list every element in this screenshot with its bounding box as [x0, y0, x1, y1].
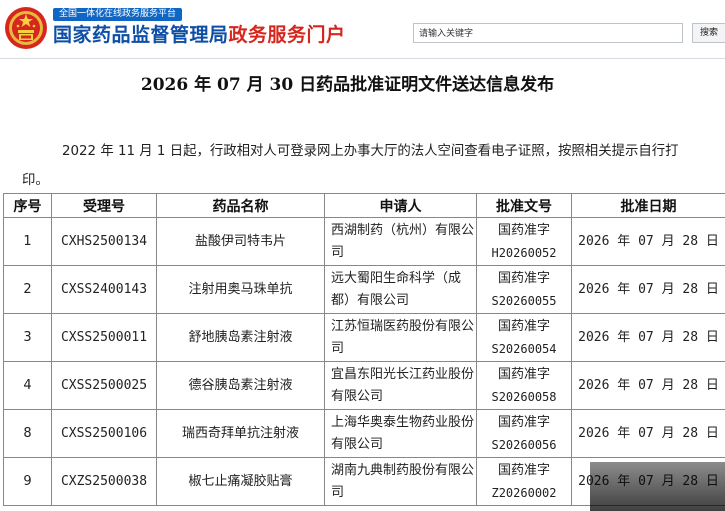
cell-approval-no: 国药准字 H20260052	[476, 217, 572, 266]
cell-accept-no: CXSS2500011	[51, 313, 157, 362]
approval-number: S20260058	[491, 389, 557, 404]
cell-accept-no: CXHS2500134	[51, 217, 157, 266]
header-approval-date: 批准日期	[571, 193, 725, 218]
cell-seq: 2	[3, 265, 52, 314]
cell-approval-no: 国药准字 Z20260002	[476, 457, 572, 506]
header-applicant: 申请人	[324, 193, 477, 218]
cell-drug-name: 舒地胰岛素注射液	[156, 313, 325, 362]
table-row: 1 CXHS2500134 盐酸伊司特韦片 西湖制药（杭州）有限公司 国药准字 H…	[3, 217, 725, 266]
cell-approval-date: 2026 年 07 月 28 日	[571, 457, 725, 506]
platform-subtitle: 全国一体化在线政务服务平台	[53, 8, 183, 21]
cell-seq: 3	[3, 313, 52, 362]
national-emblem-icon	[5, 7, 47, 49]
cell-approval-date: 2026 年 07 月 28 日	[571, 361, 725, 410]
cell-drug-name: 盐酸伊司特韦片	[156, 217, 325, 266]
approval-prefix: 国药准字	[497, 414, 550, 430]
approval-number: H20260052	[491, 245, 557, 260]
table-row: 2 CXSS2400143 注射用奥马珠单抗 远大蜀阳生命科学（成都）有限公司 …	[3, 265, 725, 314]
notice-paragraph: 2022 年 11 月 1 日起，行政相对人可登录网上办事大厅的法人空间查看电子…	[22, 144, 679, 188]
cell-approval-date: 2026 年 07 月 28 日	[571, 313, 725, 362]
site-title[interactable]: 国家药品监督管理局政务服务门户	[53, 22, 346, 48]
approval-prefix: 国药准字	[497, 462, 550, 478]
cell-drug-name: 椒七止痛凝胶贴膏	[156, 457, 325, 506]
page-title: 2026 年 07 月 30 日药品批准证明文件送达信息发布	[140, 75, 555, 95]
cell-accept-no: CXSS2400143	[51, 265, 157, 314]
cell-approval-no: 国药准字 S20260055	[476, 265, 572, 314]
cell-approval-no: 国药准字 S20260056	[476, 409, 572, 458]
header-approval-no: 批准文号	[476, 193, 572, 218]
cell-drug-name: 注射用奥马珠单抗	[156, 265, 325, 314]
cell-applicant: 江苏恒瑞医药股份有限公司	[324, 313, 477, 362]
header-drug-name: 药品名称	[156, 193, 325, 218]
cell-seq: 9	[3, 457, 52, 506]
header-accept-no: 受理号	[51, 193, 157, 218]
cell-applicant: 西湖制药（杭州）有限公司	[324, 217, 477, 266]
approval-table: 序号 受理号 药品名称 申请人 批准文号 批准日期 1 CXHS2500134 …	[3, 193, 725, 506]
approval-number: S20260054	[491, 341, 557, 356]
approval-prefix: 国药准字	[497, 318, 550, 334]
cell-applicant: 上海华奥泰生物药业股份有限公司	[324, 409, 477, 458]
cell-drug-name: 瑞西奇拜单抗注射液	[156, 409, 325, 458]
site-header: 全国一体化在线政务服务平台 国家药品监督管理局政务服务门户 搜索	[0, 0, 725, 59]
table-row: 3 CXSS2500011 舒地胰岛素注射液 江苏恒瑞医药股份有限公司 国药准字…	[3, 313, 725, 362]
site-title-main: 国家药品监督管理局	[53, 24, 229, 46]
table-row: 9 CXZS2500038 椒七止痛凝胶贴膏 湖南九典制药股份有限公司 国药准字…	[3, 457, 725, 506]
header-seq: 序号	[3, 193, 52, 218]
cell-approval-date: 2026 年 07 月 28 日	[571, 409, 725, 458]
cell-seq: 8	[3, 409, 52, 458]
approval-number: S20260055	[491, 293, 557, 308]
cell-approval-date: 2026 年 07 月 28 日	[571, 265, 725, 314]
cell-approval-no: 国药准字 S20260058	[476, 361, 572, 410]
cell-seq: 4	[3, 361, 52, 410]
cell-applicant: 湖南九典制药股份有限公司	[324, 457, 477, 506]
search-input[interactable]	[413, 23, 683, 43]
approval-number: Z20260002	[491, 485, 557, 500]
approval-prefix: 国药准字	[497, 366, 550, 382]
table-row: 8 CXSS2500106 瑞西奇拜单抗注射液 上海华奥泰生物药业股份有限公司 …	[3, 409, 725, 458]
approval-prefix: 国药准字	[497, 270, 550, 286]
cell-accept-no: CXSS2500106	[51, 409, 157, 458]
search-button[interactable]: 搜索	[692, 23, 725, 43]
cell-approval-no: 国药准字 S20260054	[476, 313, 572, 362]
table-header-row: 序号 受理号 药品名称 申请人 批准文号 批准日期	[3, 193, 725, 218]
cell-accept-no: CXSS2500025	[51, 361, 157, 410]
site-title-red: 政务服务门户	[228, 24, 346, 46]
table-row: 4 CXSS2500025 德谷胰岛素注射液 宜昌东阳光长江药业股份有限公司 国…	[3, 361, 725, 410]
cell-applicant: 远大蜀阳生命科学（成都）有限公司	[324, 265, 477, 314]
approval-prefix: 国药准字	[497, 222, 550, 238]
cell-drug-name: 德谷胰岛素注射液	[156, 361, 325, 410]
cell-accept-no: CXZS2500038	[51, 457, 157, 506]
cell-seq: 1	[3, 217, 52, 266]
cell-approval-date: 2026 年 07 月 28 日	[571, 217, 725, 266]
cell-applicant: 宜昌东阳光长江药业股份有限公司	[324, 361, 477, 410]
approval-number: S20260056	[491, 437, 557, 452]
